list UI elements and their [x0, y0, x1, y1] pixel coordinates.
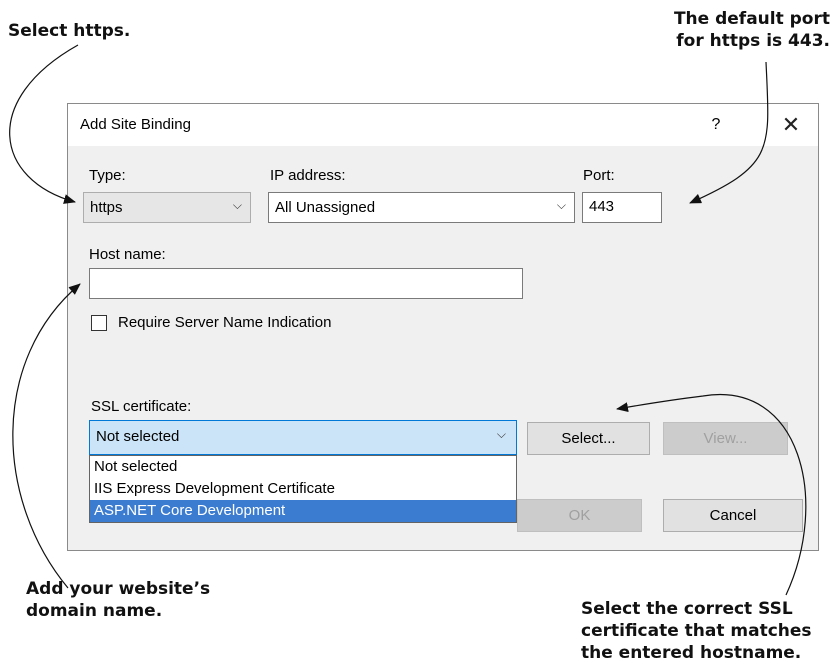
port-label: Port: — [583, 167, 615, 184]
ip-address-label: IP address: — [270, 167, 346, 184]
sni-label: Require Server Name Indication — [118, 314, 332, 331]
ip-address-select[interactable]: All Unassigned ⌵ — [268, 192, 575, 223]
ssl-certificate-label: SSL certificate: — [91, 398, 192, 415]
view-certificate-button[interactable]: View... — [663, 422, 788, 455]
callout-default-port: The default port for https is 443. — [673, 9, 830, 51]
callout-domain-name: Add your website’s domain name. — [26, 579, 211, 621]
type-select[interactable]: https ⌵ — [83, 192, 251, 223]
add-site-binding-dialog: Add Site Binding ? ✕ Type: https ⌵ IP ad… — [67, 103, 819, 551]
select-certificate-button[interactable]: Select... — [527, 422, 650, 455]
chevron-down-icon: ⌵ — [496, 427, 506, 441]
ip-address-value: All Unassigned — [275, 199, 376, 216]
cancel-button[interactable]: Cancel — [663, 499, 803, 532]
ssl-option-not-selected[interactable]: Not selected — [90, 456, 516, 478]
host-name-input[interactable] — [89, 268, 523, 299]
sni-checkbox[interactable] — [91, 315, 107, 331]
ssl-certificate-dropdown-list: Not selected IIS Express Development Cer… — [89, 455, 517, 523]
ssl-option-aspnet-core[interactable]: ASP.NET Core Development — [90, 500, 516, 522]
title-bar: Add Site Binding ? ✕ — [68, 104, 818, 146]
ssl-certificate-select[interactable]: Not selected ⌵ — [89, 420, 517, 455]
type-label: Type: — [89, 167, 126, 184]
callout-select-https: Select https. — [8, 21, 131, 41]
close-button[interactable]: ✕ — [768, 108, 814, 142]
callout-ssl-certificate: Select the correct SSL certificate that … — [581, 599, 812, 663]
close-icon: ✕ — [781, 112, 801, 137]
port-input[interactable]: 443 — [582, 192, 662, 223]
type-value: https — [90, 199, 123, 216]
dialog-title: Add Site Binding — [80, 116, 191, 133]
chevron-down-icon: ⌵ — [232, 198, 242, 212]
port-value: 443 — [589, 198, 615, 215]
help-button[interactable]: ? — [696, 108, 736, 142]
ok-button[interactable]: OK — [517, 499, 642, 532]
ssl-certificate-value: Not selected — [96, 428, 180, 445]
host-name-label: Host name: — [89, 246, 166, 263]
ssl-option-iis-express[interactable]: IIS Express Development Certificate — [90, 478, 516, 500]
chevron-down-icon: ⌵ — [556, 198, 566, 212]
